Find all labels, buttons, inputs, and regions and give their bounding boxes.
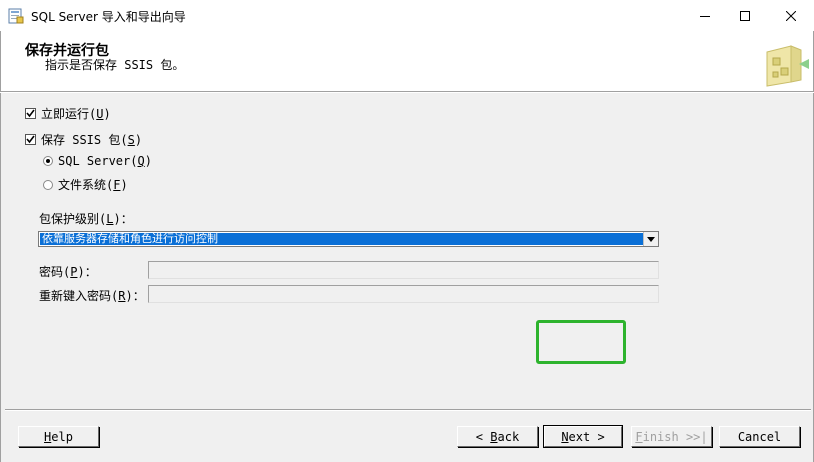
chevron-down-icon [647,236,655,242]
radio-dot[interactable] [43,179,53,190]
file-system-label: 文件系统(F) [58,178,128,192]
help-button[interactable]: Help [18,426,99,447]
maximize-icon [740,10,750,21]
next-button[interactable]: Next > [543,425,623,448]
checkmark-icon [26,135,35,144]
protection-level-dropdown[interactable]: 依靠服务器存储和角色进行访问控制 [38,231,659,247]
save-ssis-checkbox[interactable]: 保存 SSIS 包(S) [25,131,142,148]
app-icon [8,8,24,24]
save-ssis-label: 保存 SSIS 包(S) [41,133,143,147]
checkbox-box[interactable] [25,134,36,145]
close-icon [786,10,796,21]
checkmark-icon [26,109,35,118]
password-field[interactable] [148,261,659,279]
checkbox-box[interactable] [25,108,36,119]
dropdown-button[interactable] [643,232,658,246]
finish-button[interactable]: Finish >>| [631,426,712,447]
wizard-header: 保存并运行包 指示是否保存 SSIS 包。 [0,31,814,91]
minimize-icon [700,15,710,17]
password-label: 密码(P)： [39,265,97,279]
protection-level-value: 依靠服务器存储和角色进行访问控制 [39,232,644,246]
sql-server-radio[interactable]: SQL Server(Q) [43,154,152,168]
reenter-password-field[interactable] [148,285,659,303]
window-title: SQL Server 导入和导出向导 [31,10,186,24]
radio-dot[interactable] [43,156,53,166]
run-now-checkbox[interactable]: 立即运行(U) [25,105,111,122]
wizard-package-icon [761,44,809,88]
sql-server-label: SQL Server(Q) [58,154,152,168]
run-now-label: 立即运行(U) [41,107,111,121]
title-bar: SQL Server 导入和导出向导 [0,0,814,31]
file-system-radio[interactable]: 文件系统(F) [43,176,128,193]
protection-level-label: 包保护级别(L)： [39,212,133,226]
reenter-password-label: 重新键入密码(R)： [39,289,145,303]
back-button[interactable]: < Back [457,426,538,447]
cancel-button[interactable]: Cancel [719,426,800,447]
wizard-body: 立即运行(U) 保存 SSIS 包(S) SQL Server(Q) 文件系统(… [0,93,814,462]
close-button[interactable] [768,0,814,31]
next-button-highlight [536,320,626,364]
maximize-button[interactable] [722,0,768,31]
footer-divider [5,409,811,411]
page-subtitle: 指示是否保存 SSIS 包。 [45,58,185,72]
